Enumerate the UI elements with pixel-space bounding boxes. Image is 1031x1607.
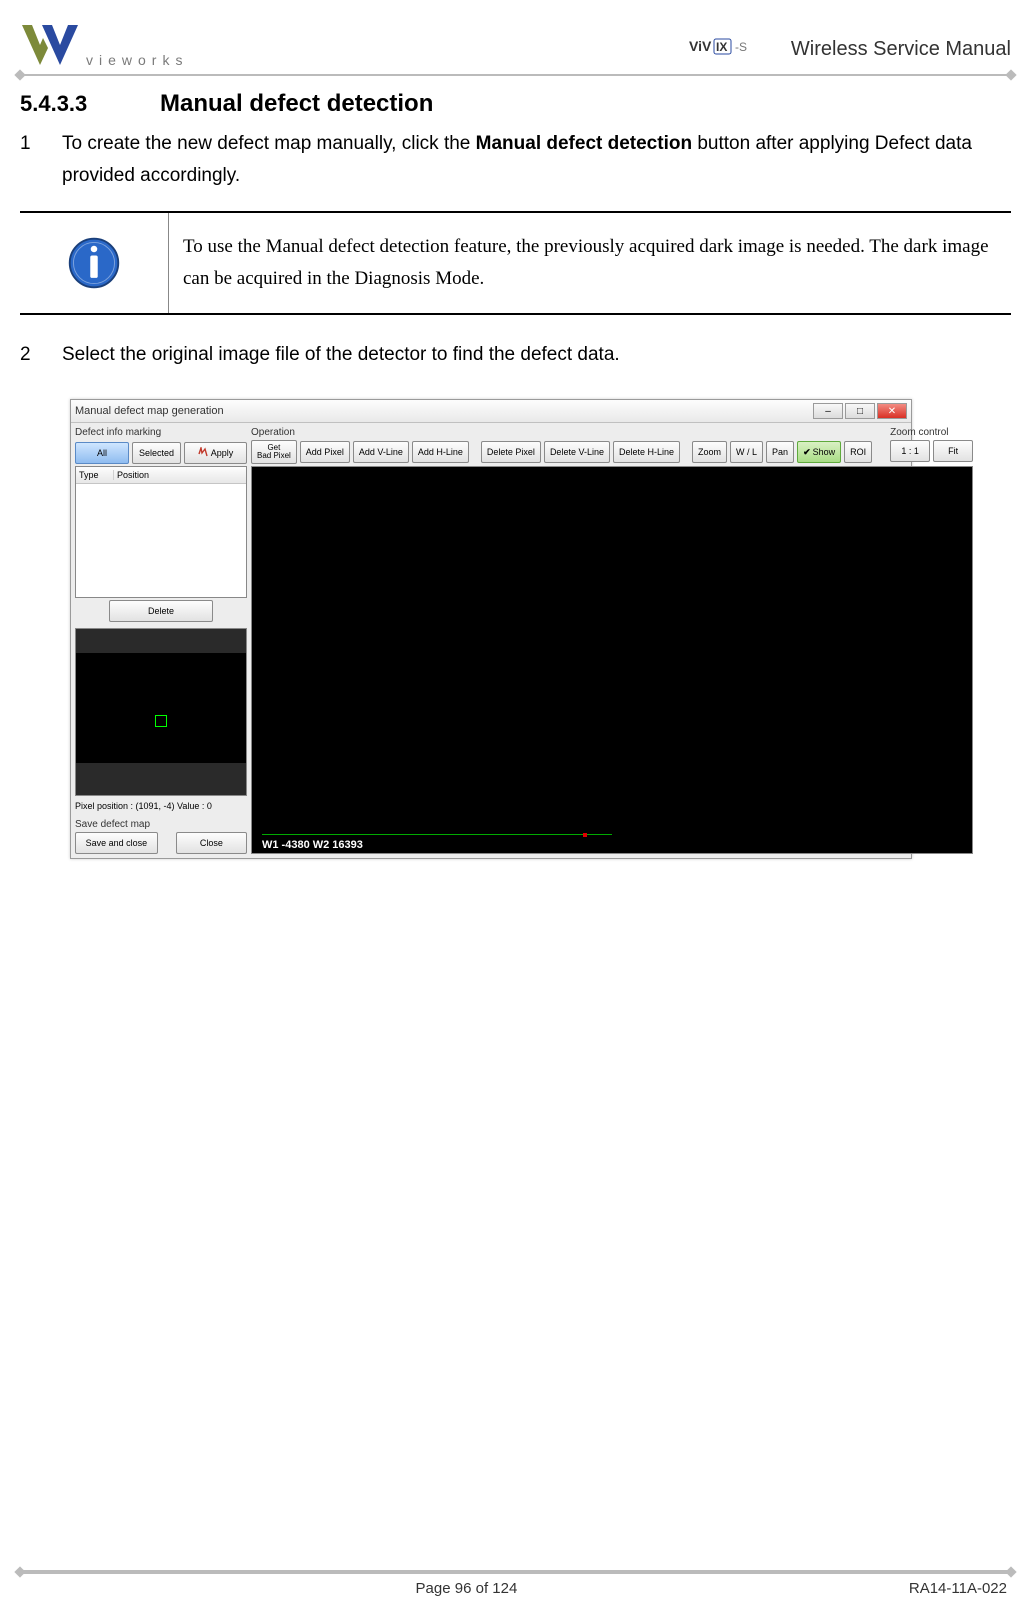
section-title: Manual defect detection: [160, 90, 433, 118]
pixel-status: Pixel position : (1091, -4) Value : 0: [75, 801, 247, 811]
operation-section: Operation Get Bad Pixel Add Pixel Add V-…: [251, 427, 872, 464]
step-2-number: 2: [20, 339, 62, 371]
vieworks-logo: vieworks: [20, 20, 188, 70]
svg-text:ViV: ViV: [689, 38, 712, 54]
header-right: ViV IX -S Wireless Service Manual: [689, 29, 1011, 70]
zoom-control-label: Zoom control: [890, 427, 973, 438]
apply-icon: [198, 447, 208, 459]
info-box: To use the Manual defect detection featu…: [20, 211, 1011, 316]
step-1-text: To create the new defect map manually, c…: [62, 128, 1011, 193]
vieworks-logo-text: vieworks: [86, 52, 188, 68]
image-viewer[interactable]: W1 -4380 W2 16393: [251, 466, 973, 854]
save-defect-map-panel: Save defect map Save and close Close: [75, 819, 247, 854]
section-heading: 5.4.3.3 Manual defect detection: [20, 90, 1011, 118]
zoom-button[interactable]: Zoom: [692, 441, 727, 463]
preview-thumbnail[interactable]: [75, 628, 247, 796]
info-icon: [20, 213, 169, 314]
show-button[interactable]: ✔ Show: [797, 441, 841, 463]
defect-list[interactable]: Type Position: [75, 466, 247, 598]
pan-button[interactable]: Pan: [766, 441, 794, 463]
apply-button[interactable]: Apply: [184, 442, 247, 464]
get-bad-pixel-button[interactable]: Get Bad Pixel: [251, 440, 297, 464]
col-position: Position: [114, 470, 246, 480]
check-icon: ✔: [803, 447, 811, 458]
screenshot: Manual defect map generation – □ ✕ Defec…: [70, 399, 1011, 859]
delete-button[interactable]: Delete: [109, 600, 213, 622]
document-title: Wireless Service Manual: [791, 38, 1011, 61]
left-panel: Defect info marking All Selected Apply: [75, 427, 247, 854]
col-type: Type: [76, 470, 114, 480]
footer-divider: [20, 1570, 1011, 1574]
add-pixel-button[interactable]: Add Pixel: [300, 441, 350, 463]
page-header: vieworks ViV IX -S Wireless Service Manu…: [20, 20, 1011, 70]
wl-button[interactable]: W / L: [730, 441, 763, 463]
toolbar: Operation Get Bad Pixel Add Pixel Add V-…: [251, 427, 973, 464]
delete-hline-button[interactable]: Delete H-Line: [613, 441, 680, 463]
document-id: RA14-11A-022: [909, 1580, 1007, 1597]
window-title: Manual defect map generation: [75, 405, 813, 417]
vieworks-logo-icon: [20, 20, 80, 70]
right-panel: Operation Get Bad Pixel Add Pixel Add V-…: [251, 427, 973, 854]
maximize-button[interactable]: □: [845, 403, 875, 419]
zoom-control-section: Zoom control 1 : 1 Fit: [890, 427, 973, 462]
step-2-text: Select the original image file of the de…: [62, 339, 1011, 371]
roi-button[interactable]: ROI: [844, 441, 872, 463]
defect-list-header: Type Position: [76, 467, 246, 484]
step-1: 1 To create the new defect map manually,…: [20, 128, 1011, 193]
operation-label: Operation: [251, 427, 872, 438]
section-number: 5.4.3.3: [20, 91, 160, 117]
close-window-button[interactable]: ✕: [877, 403, 907, 419]
svg-text:IX: IX: [716, 40, 727, 54]
titlebar[interactable]: Manual defect map generation – □ ✕: [71, 400, 911, 423]
vivix-logo: ViV IX -S: [689, 29, 779, 70]
page-number: Page 96 of 124: [416, 1580, 518, 1597]
add-hline-button[interactable]: Add H-Line: [412, 441, 469, 463]
all-button[interactable]: All: [75, 442, 129, 464]
add-vline-button[interactable]: Add V-Line: [353, 441, 409, 463]
minimize-button[interactable]: –: [813, 403, 843, 419]
fit-button[interactable]: Fit: [933, 440, 973, 462]
roi-marker-icon: [155, 715, 167, 727]
defect-info-marking-label: Defect info marking: [75, 427, 247, 438]
delete-vline-button[interactable]: Delete V-Line: [544, 441, 610, 463]
selected-button[interactable]: Selected: [132, 442, 181, 464]
step-1-number: 1: [20, 128, 62, 193]
close-button[interactable]: Close: [176, 832, 247, 854]
app-window: Manual defect map generation – □ ✕ Defec…: [70, 399, 912, 859]
one-to-one-button[interactable]: 1 : 1: [890, 440, 930, 462]
cursor-marker-icon: [583, 833, 587, 837]
delete-pixel-button[interactable]: Delete Pixel: [481, 441, 541, 463]
save-defect-map-label: Save defect map: [75, 819, 247, 830]
scan-line-icon: [262, 834, 612, 835]
save-and-close-button[interactable]: Save and close: [75, 832, 158, 854]
info-text: To use the Manual defect detection featu…: [169, 213, 1011, 314]
header-divider: [20, 74, 1011, 76]
svg-text:-S: -S: [735, 40, 747, 54]
page-footer: Page 96 of 124 RA14-11A-022: [20, 1574, 1011, 1597]
step-2: 2 Select the original image file of the …: [20, 339, 1011, 371]
viewer-readout: W1 -4380 W2 16393: [262, 839, 363, 851]
